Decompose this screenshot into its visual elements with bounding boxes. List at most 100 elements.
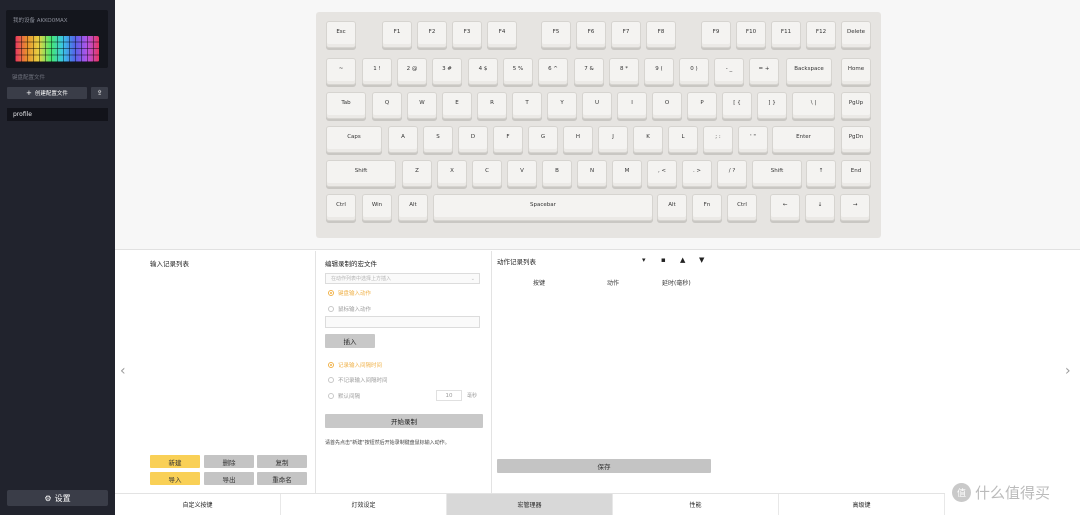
- key[interactable]: = +: [749, 58, 779, 85]
- default-interval-input[interactable]: 10: [436, 390, 462, 401]
- device-card[interactable]: 我的设备 AKKO0MAX: [6, 10, 108, 68]
- key[interactable]: K: [633, 126, 663, 153]
- key[interactable]: 1 !: [362, 58, 392, 85]
- create-profile-button[interactable]: + 创建配置文件: [7, 87, 87, 99]
- key[interactable]: Enter: [772, 126, 835, 153]
- key[interactable]: Tab: [326, 92, 366, 119]
- insert-position-select[interactable]: 在动作列表中选择上方插入 ⌄: [325, 273, 480, 284]
- key[interactable]: ' ": [738, 126, 768, 153]
- copy-macro-button[interactable]: 复制: [257, 455, 307, 468]
- key[interactable]: G: [528, 126, 558, 153]
- action-input-field[interactable]: [325, 316, 480, 328]
- key[interactable]: Delete: [841, 21, 871, 48]
- key[interactable]: PgDn: [841, 126, 871, 153]
- key[interactable]: End: [841, 160, 871, 187]
- key[interactable]: Spacebar: [433, 194, 653, 221]
- key[interactable]: X: [437, 160, 467, 187]
- key[interactable]: M: [612, 160, 642, 187]
- key[interactable]: E: [442, 92, 472, 119]
- key[interactable]: Q: [372, 92, 402, 119]
- key[interactable]: 3 #: [432, 58, 462, 85]
- key[interactable]: F: [493, 126, 523, 153]
- start-recording-button[interactable]: 开始录制: [325, 414, 483, 428]
- key[interactable]: 2 @: [397, 58, 427, 85]
- key[interactable]: ↓: [805, 194, 835, 221]
- key[interactable]: Shift: [326, 160, 396, 187]
- insert-button[interactable]: 插入: [325, 334, 375, 348]
- key[interactable]: Home: [841, 58, 871, 85]
- import-macro-button[interactable]: 导入: [150, 472, 200, 485]
- key[interactable]: Ctrl: [326, 194, 356, 221]
- key[interactable]: Z: [402, 160, 432, 187]
- delete-macro-button[interactable]: 删除: [204, 455, 254, 468]
- key[interactable]: L: [668, 126, 698, 153]
- key[interactable]: Ctrl: [727, 194, 757, 221]
- pin-icon[interactable]: ▾: [642, 256, 646, 264]
- key[interactable]: N: [577, 160, 607, 187]
- chevron-left-icon[interactable]: ‹: [120, 364, 126, 378]
- key[interactable]: , <: [647, 160, 677, 187]
- key[interactable]: H: [563, 126, 593, 153]
- key[interactable]: U: [582, 92, 612, 119]
- key[interactable]: F12: [806, 21, 836, 48]
- key[interactable]: Caps: [326, 126, 382, 153]
- key[interactable]: F9: [701, 21, 731, 48]
- key[interactable]: ←: [770, 194, 800, 221]
- key[interactable]: I: [617, 92, 647, 119]
- tab-macro-manager[interactable]: 宏管理器: [447, 494, 613, 515]
- key[interactable]: F2: [417, 21, 447, 48]
- key[interactable]: F10: [736, 21, 766, 48]
- key[interactable]: [ {: [722, 92, 752, 119]
- key[interactable]: Backspace: [786, 58, 832, 85]
- radio-record-interval[interactable]: 记录输入间隔时间: [328, 361, 382, 369]
- key[interactable]: 4 $: [468, 58, 498, 85]
- key[interactable]: 7 &: [574, 58, 604, 85]
- new-macro-button[interactable]: 新建: [150, 455, 200, 468]
- tab-custom-keys[interactable]: 自定义按键: [115, 494, 281, 515]
- key[interactable]: F4: [487, 21, 517, 48]
- key[interactable]: 9 (: [644, 58, 674, 85]
- tab-performance[interactable]: 性能: [613, 494, 779, 515]
- key[interactable]: T: [512, 92, 542, 119]
- move-up-icon[interactable]: ▲: [680, 256, 685, 264]
- radio-no-interval[interactable]: 不记录输入间隔时间: [328, 376, 388, 384]
- key[interactable]: . >: [682, 160, 712, 187]
- key[interactable]: Alt: [398, 194, 428, 221]
- key[interactable]: C: [472, 160, 502, 187]
- trash-icon[interactable]: ▪: [661, 256, 666, 264]
- key[interactable]: O: [652, 92, 682, 119]
- export-macro-button[interactable]: 导出: [204, 472, 254, 485]
- key[interactable]: ↑: [806, 160, 836, 187]
- key[interactable]: →: [840, 194, 870, 221]
- radio-mouse-input[interactable]: 鼠标输入动作: [328, 305, 371, 313]
- key[interactable]: Y: [547, 92, 577, 119]
- key[interactable]: A: [388, 126, 418, 153]
- profile-item[interactable]: profile: [7, 108, 108, 121]
- radio-keyboard-input[interactable]: 键盘输入动作: [328, 289, 371, 297]
- move-down-icon[interactable]: ▼: [699, 256, 704, 264]
- rename-macro-button[interactable]: 重命名: [257, 472, 307, 485]
- save-button[interactable]: 保存: [497, 459, 711, 473]
- key[interactable]: W: [407, 92, 437, 119]
- key[interactable]: S: [423, 126, 453, 153]
- key[interactable]: 8 *: [609, 58, 639, 85]
- key[interactable]: Esc: [326, 21, 356, 48]
- key[interactable]: F5: [541, 21, 571, 48]
- key[interactable]: F11: [771, 21, 801, 48]
- chevron-right-icon[interactable]: ›: [1065, 364, 1071, 378]
- key[interactable]: 6 ^: [538, 58, 568, 85]
- key[interactable]: F7: [611, 21, 641, 48]
- key[interactable]: F6: [576, 21, 606, 48]
- key[interactable]: 0 ): [679, 58, 709, 85]
- key[interactable]: F8: [646, 21, 676, 48]
- radio-default-interval[interactable]: 默认间隔: [328, 392, 360, 400]
- key[interactable]: - _: [714, 58, 744, 85]
- key[interactable]: D: [458, 126, 488, 153]
- key[interactable]: \ |: [792, 92, 835, 119]
- key[interactable]: ; :: [703, 126, 733, 153]
- key[interactable]: ] }: [757, 92, 787, 119]
- key[interactable]: F3: [452, 21, 482, 48]
- key[interactable]: J: [598, 126, 628, 153]
- key[interactable]: Alt: [657, 194, 687, 221]
- key[interactable]: Win: [362, 194, 392, 221]
